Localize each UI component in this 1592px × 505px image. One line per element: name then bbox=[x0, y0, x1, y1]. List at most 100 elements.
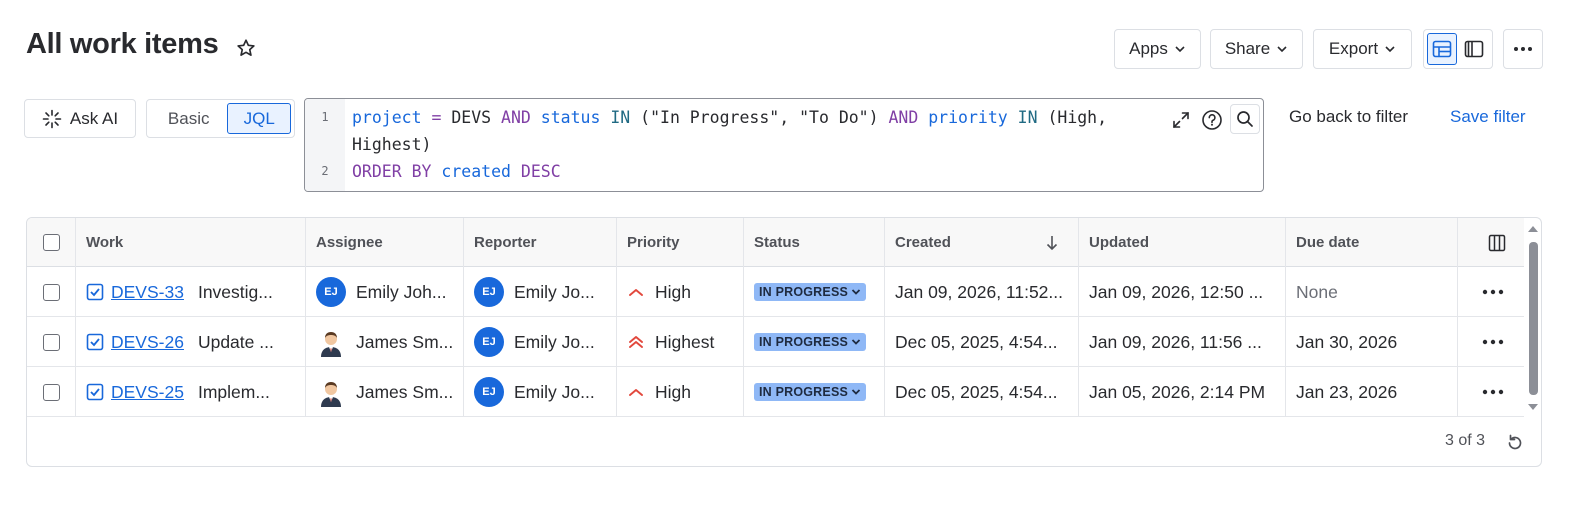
avatar: EJ bbox=[316, 277, 346, 307]
arrow-down-icon bbox=[1046, 236, 1058, 251]
scroll-thumb[interactable] bbox=[1529, 242, 1538, 395]
column-header-created[interactable]: Created bbox=[885, 218, 1079, 267]
jql-mode-button[interactable]: JQL bbox=[227, 103, 291, 134]
person-avatar-icon bbox=[321, 332, 341, 357]
refresh-icon[interactable] bbox=[1504, 432, 1526, 454]
due-date-cell[interactable]: None bbox=[1286, 267, 1458, 317]
assignee-cell[interactable]: James Sm... bbox=[306, 317, 464, 367]
column-header-work[interactable]: Work bbox=[76, 218, 306, 267]
help-icon[interactable] bbox=[1199, 107, 1225, 133]
row-more-button[interactable] bbox=[1473, 377, 1513, 407]
ai-sparkle-icon bbox=[42, 109, 62, 128]
work-cell: DEVS-33 Investig... bbox=[76, 267, 306, 317]
due-date-cell[interactable]: Jan 23, 2026 bbox=[1286, 367, 1458, 417]
jql-editor[interactable]: 1 2 project = DEVS AND status IN ("In Pr… bbox=[304, 98, 1264, 192]
list-view-button[interactable] bbox=[1427, 33, 1457, 65]
select-all-checkbox[interactable] bbox=[42, 234, 60, 251]
detail-view-button[interactable] bbox=[1460, 33, 1489, 65]
status-badge[interactable]: IN PROGRESS bbox=[754, 383, 867, 401]
task-icon bbox=[86, 333, 104, 351]
assignee-name: James Sm... bbox=[356, 331, 454, 352]
status-badge[interactable]: IN PROGRESS bbox=[754, 333, 867, 351]
priority-label: High bbox=[655, 381, 691, 402]
line-number: 2 bbox=[321, 164, 329, 178]
column-header-assignee[interactable]: Assignee bbox=[306, 218, 464, 267]
reporter-name: Emily Jo... bbox=[514, 381, 595, 402]
go-back-to-filter-link[interactable]: Go back to filter bbox=[1289, 107, 1408, 127]
column-header-updated[interactable]: Updated bbox=[1079, 218, 1286, 267]
issue-summary[interactable]: Implem... bbox=[198, 382, 270, 403]
priority-label: Highest bbox=[655, 331, 715, 352]
reporter-cell[interactable]: EJ Emily Jo... bbox=[464, 317, 617, 367]
issue-summary[interactable]: Update ... bbox=[198, 332, 274, 353]
save-filter-link[interactable]: Save filter bbox=[1450, 107, 1526, 127]
assignee-cell[interactable]: James Sm... bbox=[306, 367, 464, 417]
task-icon bbox=[86, 283, 104, 301]
column-header-due-date[interactable]: Due date bbox=[1286, 218, 1458, 267]
reporter-name: Emily Jo... bbox=[514, 331, 595, 352]
table-row[interactable]: DEVS-33 Investig... EJ Emily Joh... EJ E… bbox=[27, 267, 1524, 317]
person-avatar-icon bbox=[321, 382, 341, 407]
reporter-name: Emily Jo... bbox=[514, 281, 595, 302]
status-cell: IN PROGRESS bbox=[744, 367, 885, 417]
apps-button[interactable]: Apps bbox=[1114, 29, 1201, 69]
status-cell: IN PROGRESS bbox=[744, 317, 885, 367]
share-button[interactable]: Share bbox=[1210, 29, 1303, 69]
column-header-priority[interactable]: Priority bbox=[617, 218, 744, 267]
table-row[interactable]: DEVS-26 Update ... James Sm... EJ Emily … bbox=[27, 317, 1524, 367]
search-mode-toggle: Basic JQL bbox=[146, 99, 295, 138]
row-more-button[interactable] bbox=[1473, 327, 1513, 357]
column-header-reporter[interactable]: Reporter bbox=[464, 218, 617, 267]
updated-cell: Jan 09, 2026, 12:50 ... bbox=[1079, 267, 1286, 317]
export-label: Export bbox=[1328, 39, 1379, 58]
more-actions-button[interactable] bbox=[1503, 29, 1543, 69]
assignee-cell[interactable]: EJ Emily Joh... bbox=[306, 267, 464, 317]
table-scrollbar[interactable] bbox=[1526, 222, 1540, 416]
due-date-cell[interactable]: Jan 30, 2026 bbox=[1286, 317, 1458, 367]
scroll-up-icon[interactable] bbox=[1527, 224, 1539, 234]
table-row[interactable]: DEVS-25 Implem... James Sm... EJ Emily J… bbox=[27, 367, 1524, 417]
basic-mode-button[interactable]: Basic bbox=[150, 103, 227, 134]
search-button[interactable] bbox=[1230, 104, 1260, 134]
issue-key-link[interactable]: DEVS-33 bbox=[111, 282, 184, 303]
chevron-down-icon bbox=[851, 339, 861, 345]
priority-cell[interactable]: High bbox=[617, 267, 744, 317]
priority-label: High bbox=[655, 281, 691, 302]
columns-icon[interactable] bbox=[1486, 232, 1508, 254]
table-header: Work Assignee Reporter Priority Status C… bbox=[27, 218, 1524, 267]
row-more-button[interactable] bbox=[1473, 277, 1513, 307]
split-view-icon bbox=[1464, 40, 1484, 58]
chevron-down-icon bbox=[851, 289, 861, 295]
apps-label: Apps bbox=[1129, 39, 1168, 58]
priority-high-icon bbox=[629, 389, 643, 396]
reporter-cell[interactable]: EJ Emily Jo... bbox=[464, 267, 617, 317]
avatar: EJ bbox=[474, 377, 504, 407]
column-header-created-label: Created bbox=[895, 234, 951, 251]
issue-key-link[interactable]: DEVS-25 bbox=[111, 382, 184, 403]
work-cell: DEVS-25 Implem... bbox=[76, 367, 306, 417]
row-select-cell bbox=[27, 317, 76, 367]
star-icon[interactable] bbox=[232, 34, 260, 62]
priority-cell[interactable]: High bbox=[617, 367, 744, 417]
export-button[interactable]: Export bbox=[1313, 29, 1412, 69]
priority-cell[interactable]: Highest bbox=[617, 317, 744, 367]
row-select-cell bbox=[27, 367, 76, 417]
more-horizontal-icon bbox=[1482, 289, 1504, 295]
assignee-name: Emily Joh... bbox=[356, 281, 447, 302]
status-badge[interactable]: IN PROGRESS bbox=[754, 283, 867, 301]
ask-ai-button[interactable]: Ask AI bbox=[24, 99, 136, 138]
work-cell: DEVS-26 Update ... bbox=[76, 317, 306, 367]
search-icon bbox=[1237, 111, 1253, 127]
row-checkbox[interactable] bbox=[42, 333, 60, 351]
avatar: EJ bbox=[474, 277, 504, 307]
row-checkbox[interactable] bbox=[42, 283, 60, 301]
scroll-down-icon[interactable] bbox=[1527, 402, 1539, 412]
expand-icon[interactable] bbox=[1168, 107, 1194, 133]
issue-summary[interactable]: Investig... bbox=[198, 282, 273, 303]
chevron-down-icon bbox=[1277, 46, 1287, 53]
reporter-cell[interactable]: EJ Emily Jo... bbox=[464, 367, 617, 417]
line-number: 1 bbox=[321, 110, 329, 124]
issue-key-link[interactable]: DEVS-26 bbox=[111, 332, 184, 353]
column-header-status[interactable]: Status bbox=[744, 218, 885, 267]
row-checkbox[interactable] bbox=[42, 383, 60, 401]
